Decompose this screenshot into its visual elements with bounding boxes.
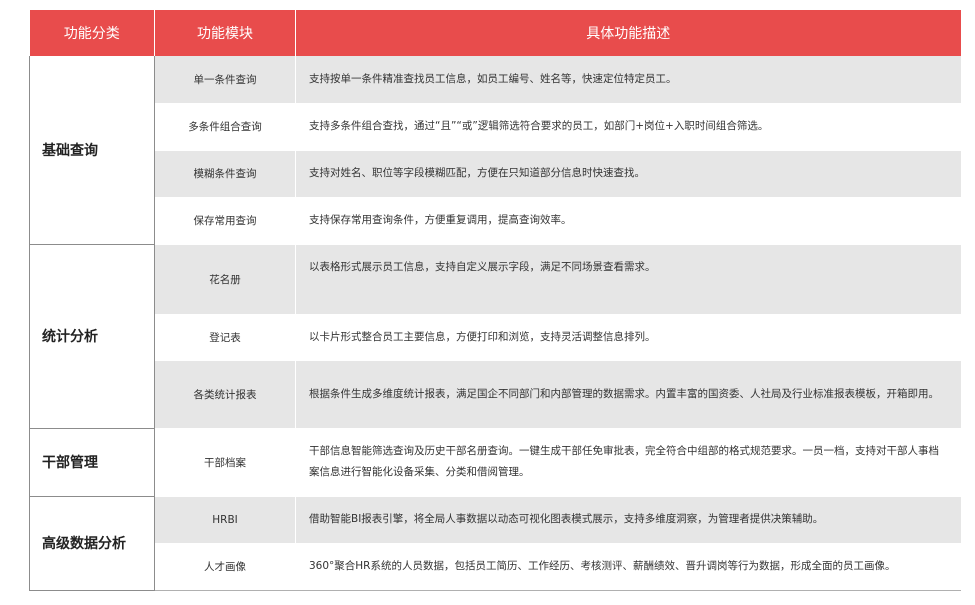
table-header-row: 功能分类 功能模块 具体功能描述 bbox=[29, 10, 961, 56]
module-cell: 各类统计报表 bbox=[154, 360, 296, 429]
table-row: 人才画像 360°聚合HR系统的人员数据，包括员工简历、工作经历、考核测评、薪酬… bbox=[30, 543, 961, 591]
description-cell: 借助智能BI报表引擎，将全局人事数据以动态可视化图表模式展示，支持多维度洞察，为… bbox=[295, 496, 961, 544]
feature-table-container: 功能分类 功能模块 具体功能描述 基础查询 单一条件查询 支持按单一条件精准查找… bbox=[29, 10, 961, 591]
module-cell: 保存常用查询 bbox=[154, 197, 296, 245]
description-cell: 支持对姓名、职位等字段模糊匹配，方便在只知道部分信息时快速查找。 bbox=[295, 150, 961, 198]
module-cell: 单一条件查询 bbox=[154, 56, 296, 104]
category-cell: 干部管理 bbox=[29, 428, 155, 497]
description-cell: 支持多条件组合查找，通过“且”“或”逻辑筛选符合要求的员工，如部门+岗位+入职时… bbox=[295, 103, 961, 151]
description-cell: 以表格形式展示员工信息，支持自定义展示字段，满足不同场景查看需求。 bbox=[295, 244, 961, 315]
table-row: 干部管理 干部档案 干部信息智能筛选查询及历史干部名册查询。一键生成干部任免审批… bbox=[29, 428, 961, 497]
table-row: 多条件组合查询 支持多条件组合查找，通过“且”“或”逻辑筛选符合要求的员工，如部… bbox=[30, 103, 961, 151]
table-row: 保存常用查询 支持保存常用查询条件，方便重复调用，提高查询效率。 bbox=[30, 197, 961, 245]
description-cell: 360°聚合HR系统的人员数据，包括员工简历、工作经历、考核测评、薪酬绩效、晋升… bbox=[295, 543, 961, 591]
module-cell: 登记表 bbox=[154, 314, 296, 361]
table-row: 各类统计报表 根据条件生成多维度统计报表，满足国企不同部门和内部管理的数据需求。… bbox=[30, 360, 961, 429]
description-cell: 以卡片形式整合员工主要信息，方便打印和浏览，支持灵活调整信息排列。 bbox=[295, 314, 961, 361]
module-cell: 人才画像 bbox=[154, 543, 296, 591]
description-cell: 根据条件生成多维度统计报表，满足国企不同部门和内部管理的数据需求。内置丰富的国资… bbox=[295, 360, 961, 429]
table-row: 登记表 以卡片形式整合员工主要信息，方便打印和浏览，支持灵活调整信息排列。 bbox=[30, 314, 961, 361]
module-cell: 多条件组合查询 bbox=[154, 103, 296, 151]
header-description: 具体功能描述 bbox=[295, 10, 961, 56]
module-cell: 干部档案 bbox=[154, 428, 296, 497]
category-cell: 基础查询 bbox=[29, 56, 155, 245]
feature-table: 功能分类 功能模块 具体功能描述 基础查询 单一条件查询 支持按单一条件精准查找… bbox=[29, 10, 961, 591]
table-row: 高级数据分析 HRBI 借助智能BI报表引擎，将全局人事数据以动态可视化图表模式… bbox=[29, 496, 961, 591]
category-cell: 高级数据分析 bbox=[29, 496, 155, 591]
table-row: 模糊条件查询 支持对姓名、职位等字段模糊匹配，方便在只知道部分信息时快速查找。 bbox=[30, 150, 961, 198]
description-cell: 支持按单一条件精准查找员工信息，如员工编号、姓名等，快速定位特定员工。 bbox=[295, 56, 961, 104]
header-module: 功能模块 bbox=[154, 10, 296, 56]
module-cell: 花名册 bbox=[154, 244, 296, 315]
description-cell: 干部信息智能筛选查询及历史干部名册查询。一键生成干部任免审批表，完全符合中组部的… bbox=[295, 428, 961, 497]
table-row: 基础查询 单一条件查询 支持按单一条件精准查找员工信息，如员工编号、姓名等，快速… bbox=[29, 56, 961, 245]
module-cell: HRBI bbox=[154, 496, 296, 544]
module-cell: 模糊条件查询 bbox=[154, 150, 296, 198]
header-category: 功能分类 bbox=[29, 10, 155, 56]
table-row: 统计分析 花名册 以表格形式展示员工信息，支持自定义展示字段，满足不同场景查看需… bbox=[29, 244, 961, 429]
description-cell: 支持保存常用查询条件，方便重复调用，提高查询效率。 bbox=[295, 197, 961, 245]
category-cell: 统计分析 bbox=[29, 244, 155, 429]
